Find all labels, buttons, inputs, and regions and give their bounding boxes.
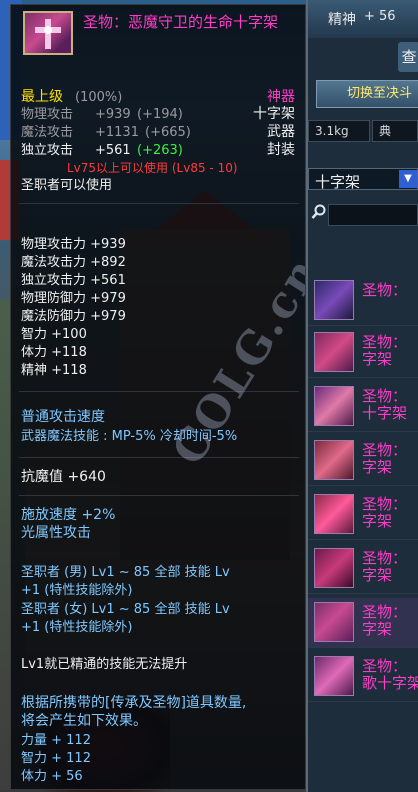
attack-speed-line: 普通攻击速度 bbox=[21, 409, 105, 425]
level-requirement: Lv75以上可以使用 (Lv85 - 10) bbox=[67, 161, 238, 175]
stat-magic-attack-value: +1131 bbox=[95, 125, 139, 140]
class-requirement: 圣职者可以使用 bbox=[21, 178, 113, 193]
list-item[interactable]: 圣物： 十字架 bbox=[308, 382, 418, 432]
upgrade-level: 最上级 bbox=[21, 89, 63, 105]
list-item[interactable]: 圣物： 字架 bbox=[308, 436, 418, 486]
set-bonus-line: 力量 + 112 bbox=[21, 733, 91, 748]
list-item[interactable]: 圣物： bbox=[308, 276, 418, 326]
item-tooltip: 圣物：恶魔守卫的生命十字架 最上级 (100%) 神器 物理攻击 +939 (+… bbox=[10, 4, 306, 790]
attribute-line: 魔法攻击力 +892 bbox=[21, 255, 126, 270]
item-icon bbox=[314, 386, 354, 426]
stat-independent-attack-bonus: (+263) bbox=[137, 143, 183, 158]
rarity-label: 神器 bbox=[267, 89, 295, 105]
skill-bonus-female-2: +1 (特性技能除外) bbox=[21, 620, 133, 635]
search-input[interactable] bbox=[328, 204, 418, 226]
attribute-line: 独立攻击力 +561 bbox=[21, 273, 126, 288]
inventory-panel: 精神 + 56 查 切换至决斗 3.1kg 典 十字架 ▼ 圣物： 圣物： 字架… bbox=[306, 0, 418, 792]
stat-spirit-label: 精神 bbox=[328, 12, 356, 28]
list-item-name: 圣物： 字架 bbox=[362, 495, 408, 530]
attribute-line: 智力 +100 bbox=[21, 327, 87, 342]
item-icon bbox=[314, 602, 354, 642]
list-item[interactable]: 圣物： 歌十字架 bbox=[308, 652, 418, 702]
anti-magic-value: 抗魔值 +640 bbox=[21, 469, 106, 485]
attribute-line: 精神 +118 bbox=[21, 363, 87, 378]
item-seal-status: 封装 bbox=[267, 142, 295, 158]
attribute-line: 魔法防御力 +979 bbox=[21, 309, 126, 324]
stat-independent-attack-label: 独立攻击 bbox=[21, 143, 74, 158]
list-item-selected[interactable]: 圣物： 字架 bbox=[308, 598, 418, 648]
attribute-line: 物理防御力 +979 bbox=[21, 291, 126, 306]
stat-physical-attack-value: +939 bbox=[95, 107, 131, 122]
set-bonus-line: 智力 + 112 bbox=[21, 751, 91, 766]
item-icon bbox=[314, 280, 354, 320]
list-item[interactable]: 圣物： 字架 bbox=[308, 544, 418, 594]
list-item[interactable]: 圣物： 字架 bbox=[308, 328, 418, 378]
tab-dictionary[interactable]: 典 bbox=[372, 120, 418, 142]
set-bonus-line: 体力 + 56 bbox=[21, 769, 83, 784]
category-select-value: 十字架 bbox=[315, 173, 361, 191]
search-bar bbox=[308, 200, 418, 230]
item-icon bbox=[314, 494, 354, 534]
set-description-2: 将会产生如下效果。 bbox=[21, 713, 147, 729]
stat-magic-attack-label: 魔法攻击 bbox=[21, 125, 74, 140]
item-icon bbox=[314, 656, 354, 696]
attribute-line: 物理攻击力 +939 bbox=[21, 237, 126, 252]
stat-independent-attack-value: +561 bbox=[95, 143, 131, 158]
divider bbox=[19, 457, 299, 458]
skill-bonus-female-1: 圣职者 (女) Lv1 ~ 85 全部 技能 Lv bbox=[21, 602, 230, 617]
item-icon bbox=[314, 548, 354, 588]
cast-speed-line: 施放速度 +2% bbox=[21, 507, 116, 523]
list-item-name: 圣物： 歌十字架 bbox=[362, 657, 418, 692]
item-icon bbox=[314, 440, 354, 480]
category-select[interactable]: 十字架 ▼ bbox=[308, 168, 418, 191]
skill-bonus-male-1: 圣职者 (男) Lv1 ~ 85 全部 技能 Lv bbox=[21, 565, 230, 580]
item-type: 十字架 bbox=[253, 106, 295, 122]
light-attack-line: 光属性攻击 bbox=[21, 525, 91, 541]
upgrade-percent: (100%) bbox=[75, 90, 123, 105]
view-button[interactable]: 查 bbox=[398, 42, 418, 72]
list-item-name: 圣物： 字架 bbox=[362, 441, 408, 476]
stat-physical-attack-bonus: (+194) bbox=[137, 107, 183, 122]
mastered-skill-note: Lv1就已精通的技能无法提升 bbox=[21, 657, 188, 672]
divider bbox=[19, 495, 299, 496]
list-item-name: 圣物： 字架 bbox=[362, 333, 408, 368]
list-item-name: 圣物： 字架 bbox=[362, 603, 408, 638]
set-description-1: 根据所携带的[传承及圣物]道具数量, bbox=[21, 695, 247, 711]
list-item-name: 圣物： 字架 bbox=[362, 549, 408, 584]
list-item-name: 圣物： 十字架 bbox=[362, 387, 408, 422]
item-category: 武器 bbox=[267, 124, 295, 140]
tab-row: 3.1kg 典 bbox=[308, 118, 418, 142]
attribute-line: 体力 +118 bbox=[21, 345, 87, 360]
stat-bar: 精神 + 56 bbox=[308, 0, 418, 38]
item-name: 圣物：恶魔守卫的生命十字架 bbox=[83, 13, 279, 31]
divider bbox=[19, 203, 299, 204]
switch-mode-button[interactable]: 切换至决斗 bbox=[316, 80, 418, 108]
list-item-name: 圣物： bbox=[362, 281, 408, 299]
stat-magic-attack-bonus: (+665) bbox=[145, 125, 191, 140]
stat-spirit-value: + 56 bbox=[364, 9, 396, 24]
item-icon bbox=[314, 332, 354, 372]
list-item[interactable]: 圣物： 字架 bbox=[308, 490, 418, 540]
skill-bonus-male-2: +1 (特性技能除外) bbox=[21, 583, 133, 598]
tab-weight[interactable]: 3.1kg bbox=[308, 120, 370, 142]
stat-physical-attack-label: 物理攻击 bbox=[21, 107, 74, 122]
search-icon[interactable] bbox=[311, 204, 327, 220]
chevron-down-icon[interactable]: ▼ bbox=[399, 170, 417, 188]
item-icon bbox=[23, 11, 73, 55]
